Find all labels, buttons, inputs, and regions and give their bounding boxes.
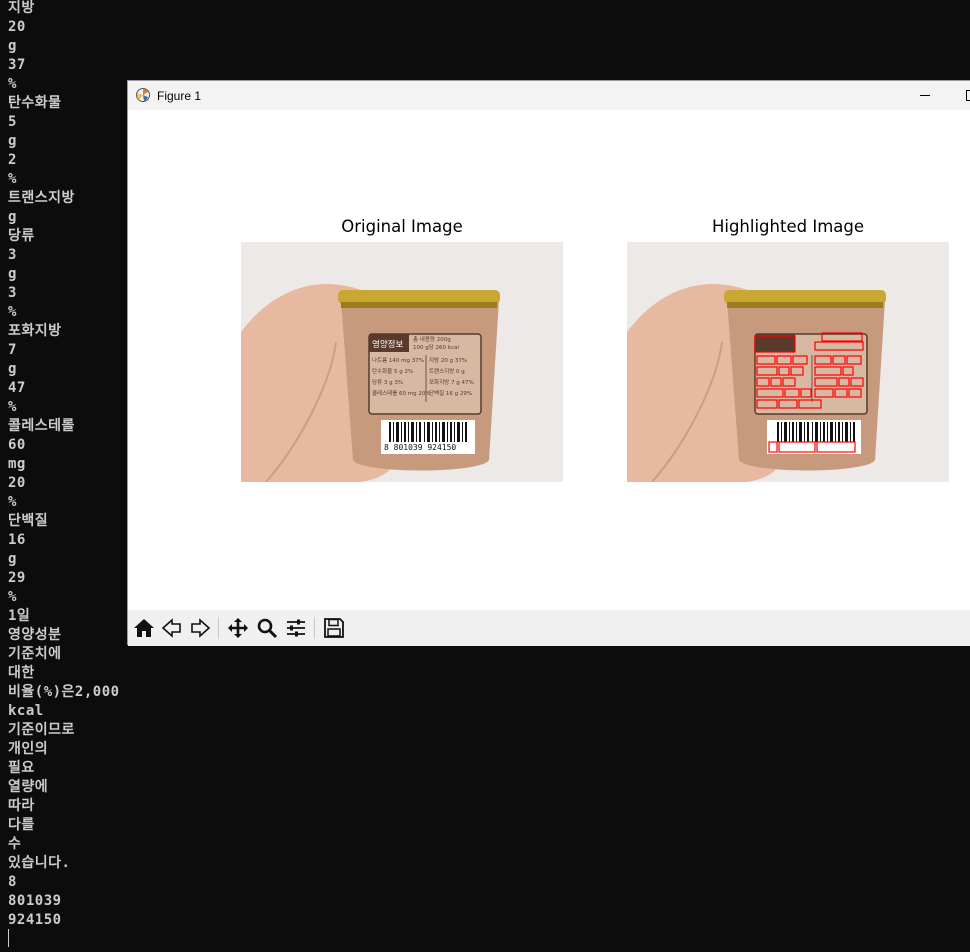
forward-button[interactable] — [186, 615, 214, 641]
home-button[interactable] — [130, 615, 158, 641]
label-row1b: 지방 20 g 37% — [429, 356, 467, 364]
pan-icon — [228, 618, 248, 638]
text-cursor — [8, 929, 9, 947]
terminal-line: 당류 — [8, 228, 35, 244]
terminal-line: 영양성분 — [8, 627, 62, 643]
maximize-button[interactable] — [958, 81, 970, 110]
matplotlib-icon — [136, 88, 150, 102]
label-row3: 당류 3 g 3% — [372, 379, 403, 386]
terminal-line: % — [8, 76, 17, 92]
terminal-line: 기준이므로 — [8, 722, 75, 738]
terminal-line: 60 — [8, 437, 26, 453]
terminal-output: 지방 20 g 37% 탄수화물 5 g 2% 트랜스지방 g 당류 3 g 3% 포화지방 7 g 47% 콜레스… — [8, 0, 120, 930]
window-title: Figure 1 — [157, 89, 202, 103]
terminal-line: g — [8, 266, 17, 282]
terminal-line: 따라 — [8, 798, 35, 814]
label-row2b: 트랜스지방 0 g — [429, 367, 465, 375]
terminal-line: 924150 — [8, 912, 62, 928]
minimize-button[interactable] — [910, 81, 940, 110]
original-photo: 영양정보 총 내용량 200g 100 g당 260 kcal 나트륨 140 … — [241, 242, 563, 482]
minimize-icon — [920, 95, 930, 96]
configure-subplots-button[interactable] — [282, 615, 310, 641]
terminal-line: % — [8, 494, 17, 510]
zoom-icon — [257, 618, 278, 639]
terminal-line: 3 — [8, 285, 17, 301]
figure-canvas[interactable]: Original Image Highlighted Image 영양정보 총 … — [128, 110, 970, 610]
terminal-line: 20 — [8, 475, 26, 491]
terminal-line: 비율(%)은2,000 — [8, 684, 120, 700]
pan-button[interactable] — [224, 615, 252, 641]
label-header: 영양정보 — [372, 339, 403, 350]
figure-window[interactable]: Figure 1 Original Image Highlighted Imag… — [127, 80, 970, 646]
zoom-button[interactable] — [253, 615, 281, 641]
terminal-line: 8 — [8, 874, 17, 890]
toolbar-separator — [314, 617, 315, 639]
highlighted-photo — [627, 242, 949, 482]
terminal-line: 개인의 — [8, 741, 49, 757]
navigation-toolbar — [128, 610, 970, 646]
terminal-line: 다를 — [8, 817, 35, 833]
title-bar[interactable]: Figure 1 — [128, 81, 970, 110]
label-row3b: 포화지방 7 g 47% — [429, 378, 474, 386]
label-row4: 콜레스테롤 60 mg 20% — [372, 389, 431, 397]
back-button[interactable] — [158, 615, 186, 641]
terminal-line: 지방 — [8, 0, 35, 16]
terminal-line: mg — [8, 456, 26, 472]
terminal-line: 2 — [8, 152, 17, 168]
terminal-line: g — [8, 133, 17, 149]
terminal-line: 37 — [8, 57, 26, 73]
terminal-line: 7 — [8, 342, 17, 358]
label-serving: 총 내용량 200g — [413, 335, 451, 343]
terminal-line: 29 — [8, 570, 26, 586]
terminal-line: g — [8, 209, 17, 225]
right-plot-title: Highlighted Image — [711, 217, 865, 236]
terminal-line: g — [8, 38, 17, 54]
label-serving2: 100 g당 260 kcal — [413, 344, 459, 351]
terminal-line: 16 — [8, 532, 26, 548]
terminal-line: 포화지방 — [8, 323, 62, 339]
terminal-line: % — [8, 171, 17, 187]
terminal-line: 기준치에 — [8, 646, 62, 662]
save-button[interactable] — [320, 615, 348, 641]
terminal-line: 801039 — [8, 893, 62, 909]
terminal-line: 열량에 — [8, 779, 49, 795]
toolbar-separator — [218, 617, 219, 639]
terminal-line: % — [8, 304, 17, 320]
terminal-line: g — [8, 551, 17, 567]
terminal-line: 대한 — [8, 665, 35, 681]
terminal-line: 콜레스테롤 — [8, 418, 75, 434]
left-plot-title: Original Image — [341, 217, 463, 236]
forward-icon — [191, 618, 211, 638]
back-icon — [161, 618, 181, 638]
configure-icon — [287, 619, 305, 637]
terminal-line: 필요 — [8, 760, 35, 776]
terminal-line: 5 — [8, 114, 17, 130]
home-icon — [134, 619, 154, 637]
terminal-line: 20 — [8, 19, 26, 35]
terminal-line: 탄수화물 — [8, 95, 62, 111]
save-icon — [324, 618, 344, 638]
terminal-line: 수 — [8, 836, 22, 852]
label-row1: 나트륨 140 mg 37% — [372, 356, 424, 364]
label-row4b: 단백질 16 g 29% — [429, 389, 472, 397]
terminal-line: 3 — [8, 247, 17, 263]
terminal-line: 단백질 — [8, 513, 49, 529]
terminal-line: 47 — [8, 380, 26, 396]
terminal-line: g — [8, 361, 17, 377]
terminal-line: 있습니다. — [8, 855, 71, 871]
terminal-line: kcal — [8, 703, 44, 719]
terminal-line: % — [8, 399, 17, 415]
terminal-line: 1일 — [8, 608, 31, 624]
label-row2: 탄수화물 5 g 2% — [372, 367, 413, 375]
maximize-icon — [966, 90, 970, 101]
barcode-number: 8 801039 924150 — [384, 443, 456, 452]
highlighted-image — [627, 242, 949, 482]
terminal-line: 트랜스지방 — [8, 190, 75, 206]
original-image: 영양정보 총 내용량 200g 100 g당 260 kcal 나트륨 140 … — [241, 242, 563, 482]
terminal-line: % — [8, 589, 17, 605]
